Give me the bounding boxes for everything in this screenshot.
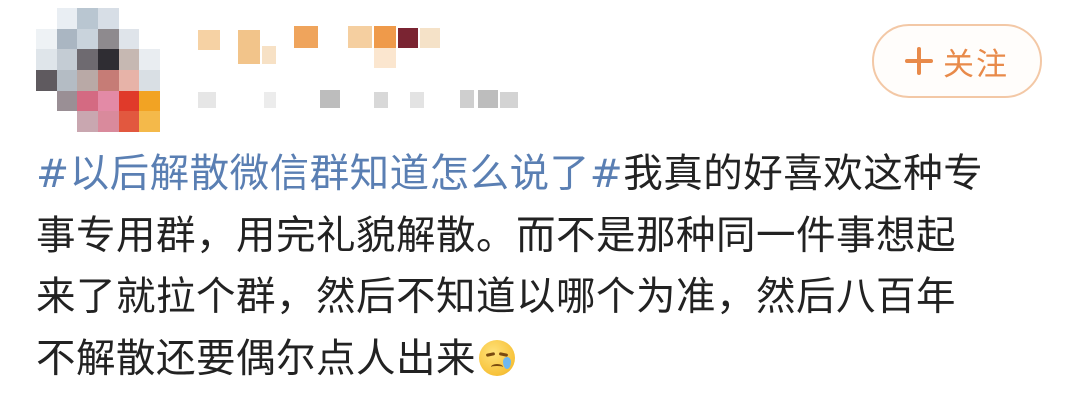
sad-tear-emoji-icon (479, 339, 515, 376)
username-mosaic[interactable] (198, 26, 448, 72)
content-text: 我真的好喜欢这种专 (623, 151, 984, 197)
content-line: #以后解散微信群知道怎么说了#我真的好喜欢这种专 (36, 144, 1046, 206)
content-line: 事专用群，用完礼貌解散。而不是那种同一件事想起 (36, 212, 956, 259)
topic-link[interactable]: #以后解散微信群知道怎么说了# (36, 151, 623, 197)
post-content: #以后解散微信群知道怎么说了#我真的好喜欢这种专 事专用群，用完礼貌解散。而不是… (36, 144, 1046, 390)
content-line: 不解散还要偶尔点人出来 (36, 329, 1046, 391)
follow-button[interactable]: 关注 (872, 24, 1042, 98)
post-meta-mosaic (198, 88, 538, 110)
follow-label: 关注 (943, 46, 1009, 83)
plus-icon (905, 47, 933, 75)
avatar[interactable] (36, 8, 160, 132)
content-text: 不解散还要偶尔点人出来 (36, 335, 476, 382)
content-line: 来了就拉个群，然后不知道以哪个为准，然后八百年 (36, 274, 956, 320)
weibo-post-card: 关注 #以后解散微信群知道怎么说了#我真的好喜欢这种专 事专用群，用完礼貌解散。… (0, 0, 1080, 405)
